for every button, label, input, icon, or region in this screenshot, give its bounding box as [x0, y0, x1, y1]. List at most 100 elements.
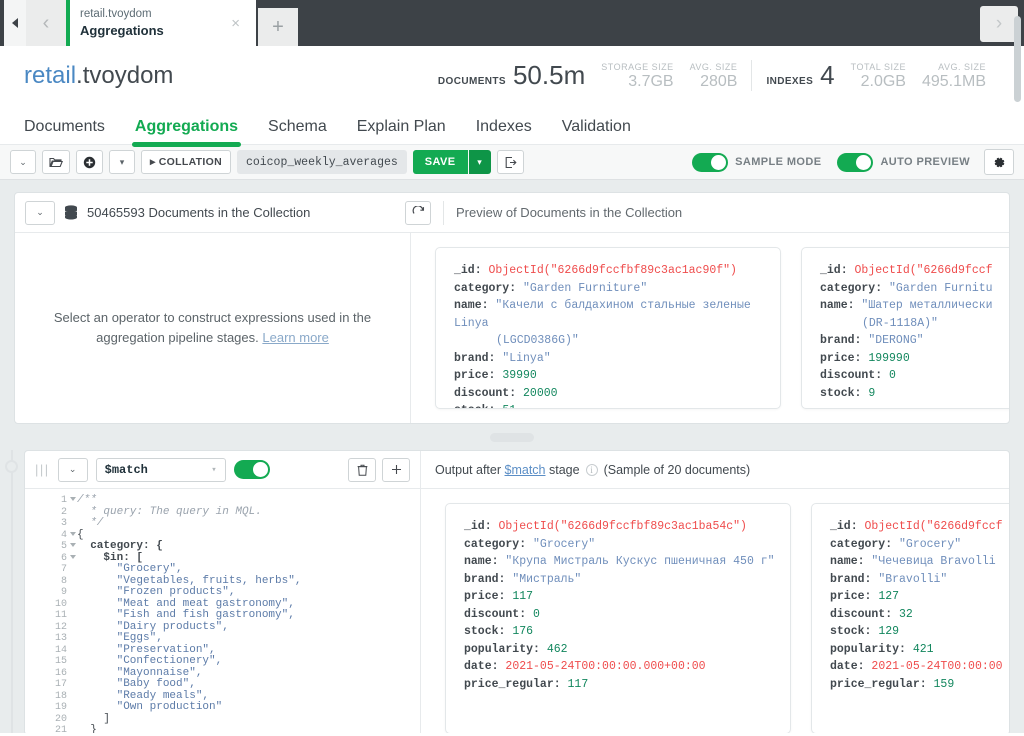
back-button[interactable]: ‹ — [26, 0, 66, 46]
tab-schema[interactable]: Schema — [268, 118, 327, 144]
document-card[interactable]: _id: ObjectId("6266d9fccfbf89c3ac1ba54c"… — [445, 503, 791, 733]
pipeline-name-field[interactable]: coicop_weekly_averages — [237, 150, 407, 174]
info-icon[interactable]: i — [586, 464, 598, 476]
code-fold-icon[interactable] — [70, 532, 76, 536]
documents-stat-value: 50.5m — [513, 60, 585, 91]
tab-documents[interactable]: Documents — [24, 118, 105, 144]
pipeline-toolbar: ⌄ ▾ ▸ COLLATION coicop_weekly_averages S… — [0, 144, 1024, 180]
document-card[interactable]: _id: ObjectId("6266d9fccf category: "Gar… — [801, 247, 1009, 409]
storage-size-label: STORAGE SIZE — [601, 61, 673, 73]
field-key: _id: — [454, 264, 489, 277]
save-button[interactable]: SAVE — [413, 150, 468, 174]
stage-enable-toggle[interactable] — [234, 460, 270, 479]
pipeline-settings-button[interactable] — [984, 149, 1014, 175]
forward-button[interactable]: › — [980, 6, 1018, 42]
add-stage-button[interactable] — [382, 458, 410, 482]
close-icon[interactable]: × — [223, 15, 248, 32]
code-fold-icon[interactable] — [70, 543, 76, 547]
field-key: name: — [454, 299, 495, 312]
index-avg-size-stat: AVG. SIZE 495.1MB — [922, 61, 986, 91]
auto-preview-toggle[interactable] — [837, 153, 873, 172]
sample-mode-toggle[interactable] — [692, 153, 728, 172]
toggle-knob — [856, 155, 871, 170]
indexes-stat-value: 4 — [820, 60, 834, 91]
field-key: category: — [820, 282, 889, 295]
workspace-tab[interactable]: retail.tvoydom Aggregations × — [66, 0, 256, 46]
field-key: price_regular: — [464, 678, 568, 691]
editor-line: ] — [77, 714, 420, 726]
stage-operator-select[interactable]: $match ▾ — [96, 458, 226, 482]
plus-circle-icon — [83, 156, 96, 169]
pipeline-menu-button[interactable]: ⌄ — [10, 150, 36, 174]
tab-indexes[interactable]: Indexes — [476, 118, 532, 144]
collection-stats: DOCUMENTS 50.5m STORAGE SIZE 3.7GB AVG. … — [424, 60, 1000, 91]
stage-output-documents[interactable]: _id: ObjectId("6266d9fccfbf89c3ac1ba54c"… — [421, 489, 1009, 733]
export-pipeline-button[interactable] — [497, 150, 524, 174]
export-icon — [504, 156, 517, 169]
open-pipeline-button[interactable] — [42, 150, 70, 174]
code-fold-icon[interactable] — [70, 555, 76, 559]
tab-explain-plan[interactable]: Explain Plan — [357, 118, 446, 144]
sidebar-collapse-button[interactable] — [4, 0, 26, 46]
operator-placeholder: Select an operator to construct expressi… — [15, 233, 411, 423]
field-key: stock: — [464, 625, 512, 638]
document-card[interactable]: _id: ObjectId("6266d9fccfbf89c3ac1ac90f"… — [435, 247, 781, 409]
new-tab-button[interactable]: + — [258, 8, 298, 46]
tab-aggregations[interactable]: Aggregations — [135, 118, 238, 144]
document-card[interactable]: _id: ObjectId("6266d9fccf category: "Gro… — [811, 503, 1009, 733]
collection-preview-header-left: ⌄ 50465593 Documents in the Collection — [25, 201, 405, 225]
stage-operator-link[interactable]: $match — [505, 463, 546, 477]
code-fold-icon[interactable] — [70, 497, 76, 501]
title-bar-left: ‹ retail.tvoydom Aggregations × + — [0, 0, 298, 46]
tab-text: retail.tvoydom Aggregations — [70, 7, 223, 39]
field-key: discount: — [830, 608, 899, 621]
field-value-price: 39990 — [502, 369, 537, 382]
field-key: brand: — [454, 352, 502, 365]
editor-line-number: 6 — [25, 553, 67, 565]
field-value-name: "Шатер металлически — [861, 299, 992, 312]
collection-documents-strip[interactable]: _id: ObjectId("6266d9fccfbf89c3ac1ac90f"… — [411, 233, 1009, 423]
refresh-button[interactable] — [405, 201, 431, 225]
delete-stage-button[interactable] — [348, 458, 376, 482]
panel-resize-handle[interactable] — [490, 433, 534, 442]
auto-preview-control[interactable]: AUTO PREVIEW — [837, 153, 970, 172]
tab-validation[interactable]: Validation — [562, 118, 631, 144]
drag-grip-icon[interactable]: ||| — [35, 462, 50, 477]
field-key: price: — [820, 352, 868, 365]
pipeline-stage-row: ||| ⌄ $match ▾ — [0, 450, 1024, 733]
stat-group-documents: DOCUMENTS 50.5m STORAGE SIZE 3.7GB AVG. … — [424, 60, 752, 91]
avg-size-label: AVG. SIZE — [690, 61, 738, 73]
field-value-category: "Grocery" — [899, 538, 961, 551]
editor-line: "Grocery", — [77, 564, 420, 576]
collation-toggle-button[interactable]: ▸ COLLATION — [141, 150, 231, 174]
field-key: popularity: — [830, 643, 913, 656]
save-caret-button[interactable]: ▾ — [469, 150, 491, 174]
field-value-date: 2021-05-24T00:00:00 — [871, 660, 1002, 673]
new-pipeline-caret[interactable]: ▾ — [109, 150, 135, 174]
field-value-brand: "Мистраль" — [512, 573, 581, 586]
collection-expand-button[interactable]: ⌄ — [25, 201, 55, 225]
editor-code[interactable]: /** * query: The query in MQL. */{ categ… — [71, 495, 420, 733]
field-key: price_regular: — [830, 678, 934, 691]
stage-output-header: Output after $match stage i (Sample of 2… — [421, 463, 764, 477]
sample-mode-control[interactable]: SAMPLE MODE — [692, 153, 821, 172]
editor-line-number: 7 — [25, 564, 67, 576]
index-total-size-stat: TOTAL SIZE 2.0GB — [851, 61, 906, 91]
field-value-id: ObjectId("6266d9fccfbf89c3ac1ac90f") — [489, 264, 737, 277]
editor-line: "Fish and fish gastronomy", — [77, 610, 420, 622]
new-pipeline-button[interactable] — [76, 150, 103, 174]
field-value-category: "Garden Furnitu — [889, 282, 993, 295]
stage-expand-button[interactable]: ⌄ — [58, 458, 88, 482]
learn-more-link[interactable]: Learn more — [262, 330, 328, 345]
stage-editor[interactable]: 12345678910111213141516171819202122 /** … — [25, 489, 421, 733]
collection-name: tvoydom — [83, 62, 174, 89]
field-key: discount: — [820, 369, 889, 382]
field-value-id: ObjectId("6266d9fccfbf89c3ac1ba54c") — [499, 520, 747, 533]
editor-line-number: 16 — [25, 668, 67, 680]
field-value-stock: 176 — [512, 625, 533, 638]
stage-header: ||| ⌄ $match ▾ — [25, 451, 1009, 489]
editor-line-number: 4 — [25, 530, 67, 542]
stage-sample-note: (Sample of 20 documents) — [604, 463, 751, 477]
field-key: stock: — [454, 404, 502, 409]
editor-gutter: 12345678910111213141516171819202122 — [25, 495, 71, 733]
